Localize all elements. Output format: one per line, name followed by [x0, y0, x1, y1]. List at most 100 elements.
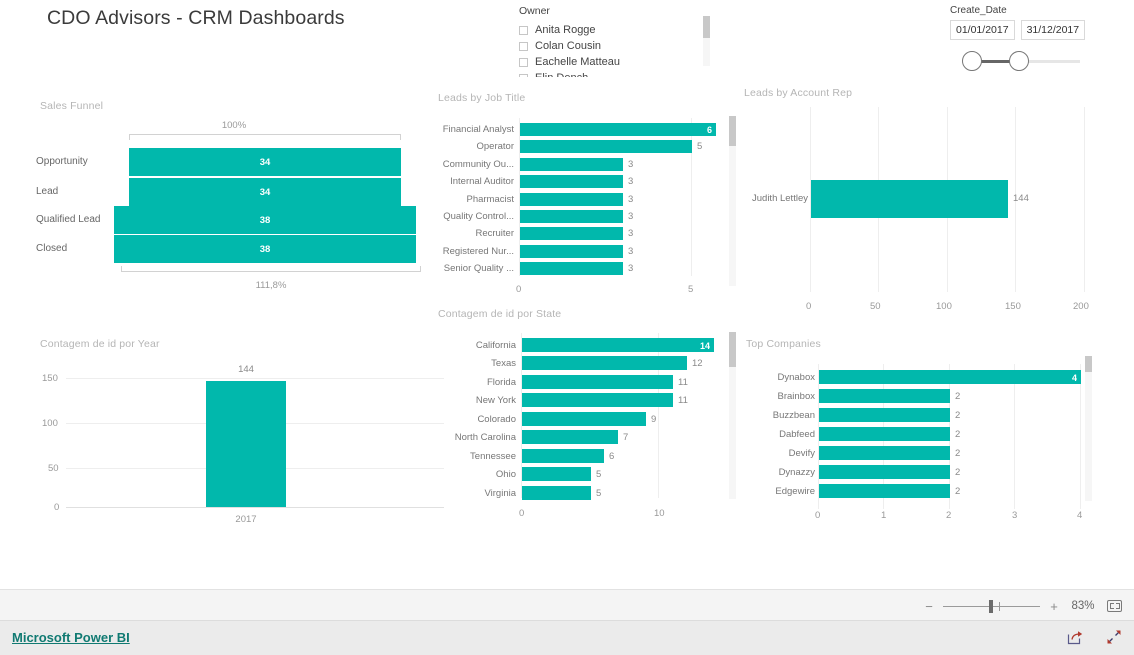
x-axis-tick: 1 [881, 510, 887, 521]
chart-row[interactable]: Dynazzy 2 [744, 465, 1089, 480]
bar[interactable] [522, 430, 618, 444]
chart-row[interactable]: Tennessee 6 [436, 449, 736, 464]
top-companies-visual[interactable]: Top Companies Dynabox 4 Brainbox 2 Buzzb… [744, 338, 1089, 528]
owner-slicer-item[interactable]: Anita Rogge [519, 22, 719, 38]
chart-row[interactable]: Financial Analyst 6 [436, 123, 736, 137]
chart-row[interactable]: Dynabox 4 [744, 370, 1089, 385]
chart-row[interactable]: Senior Quality ... 3 [436, 262, 736, 276]
zoom-out-button[interactable]: − [924, 600, 934, 613]
top-companies-scrollbar[interactable] [1085, 356, 1092, 501]
y-axis-tick: 100 [42, 418, 58, 429]
scrollbar-thumb[interactable] [1085, 356, 1092, 372]
slider-handle-start[interactable] [962, 51, 982, 71]
chart-row[interactable]: Buzzbean 2 [744, 408, 1089, 423]
chart-row[interactable]: North Carolina 7 [436, 430, 736, 445]
slider-handle-end[interactable] [1009, 51, 1029, 71]
funnel-row[interactable]: Closed 38 [36, 235, 436, 263]
share-icon[interactable] [1067, 629, 1084, 645]
checkbox-icon[interactable] [519, 57, 528, 67]
sales-funnel-visual[interactable]: Sales Funnel 100% Opportunity 34 Lead 34… [36, 100, 436, 300]
bar[interactable] [520, 140, 692, 153]
chart-row[interactable]: California 14 [436, 338, 736, 353]
bar[interactable] [819, 465, 950, 479]
bar[interactable] [522, 467, 591, 481]
bar[interactable] [520, 193, 623, 206]
chart-row[interactable]: Virginia 5 [436, 486, 736, 501]
bar[interactable] [522, 375, 673, 389]
category-label: Pharmacist [466, 194, 514, 205]
fit-to-page-icon[interactable] [1107, 600, 1122, 612]
chart-row[interactable]: Registered Nur... 3 [436, 245, 736, 259]
power-bi-link[interactable]: Microsoft Power BI [12, 630, 130, 645]
zoom-slider[interactable] [943, 599, 1040, 613]
chart-row[interactable]: Pharmacist 3 [436, 193, 736, 207]
bar[interactable] [522, 486, 591, 500]
leads-by-account-rep-visual[interactable]: Leads by Account Rep Judith Lettley 144 … [742, 85, 1112, 312]
scrollbar-thumb[interactable] [729, 332, 736, 367]
chart-row[interactable]: Brainbox 2 [744, 389, 1089, 404]
contagem-por-state-visual[interactable]: Contagem de id por State California 14 T… [436, 308, 736, 523]
funnel-row[interactable]: Opportunity 34 [36, 148, 436, 176]
chart-row[interactable]: Texas 12 [436, 356, 736, 371]
funnel-category-label: Qualified Lead [36, 214, 101, 225]
fullscreen-icon[interactable] [1106, 629, 1122, 645]
owner-slicer-item[interactable]: Colan Cousin [519, 38, 719, 54]
bar[interactable] [819, 484, 950, 498]
zoom-in-button[interactable]: + [1049, 600, 1059, 613]
x-axis-tick: 0 [815, 510, 821, 521]
funnel-row[interactable]: Qualified Lead 38 [36, 206, 436, 234]
chart-row[interactable]: Operator 5 [436, 140, 736, 154]
leads-by-job-title-visual[interactable]: Leads by Job Title Financial Analyst 6 O… [436, 92, 736, 302]
chart-row[interactable]: Internal Auditor 3 [436, 175, 736, 189]
contagem-por-year-visual[interactable]: Contagem de id por Year 150 100 50 0 144… [34, 338, 444, 528]
owner-slicer-item[interactable]: Eachelle Matteau [519, 54, 719, 70]
bar[interactable] [522, 393, 673, 407]
funnel-category-label: Opportunity [36, 156, 88, 167]
checkbox-icon[interactable] [519, 25, 528, 35]
owner-slicer[interactable]: Owner Anita Rogge Colan Cousin Eachelle … [519, 5, 719, 77]
category-label: Judith Lettley [752, 193, 808, 204]
bar[interactable] [520, 175, 623, 188]
scrollbar-thumb[interactable] [703, 16, 710, 38]
bar[interactable] [522, 412, 646, 426]
chart-row[interactable]: Florida 11 [436, 375, 736, 390]
bar[interactable] [522, 356, 687, 370]
create-date-label: Create_Date [950, 5, 1007, 16]
owner-slicer-scrollbar[interactable] [703, 16, 710, 66]
date-range-slider[interactable] [950, 46, 1080, 76]
checkbox-icon[interactable] [519, 41, 528, 51]
bar[interactable] [819, 408, 950, 422]
scrollbar-thumb[interactable] [729, 116, 736, 146]
bar[interactable] [520, 158, 623, 171]
chart-row[interactable]: Community Ou... 3 [436, 158, 736, 172]
funnel-row[interactable]: Lead 34 [36, 178, 436, 206]
bar[interactable] [819, 427, 950, 441]
chart-row[interactable]: Edgewire 2 [744, 484, 1089, 499]
bar[interactable] [520, 262, 623, 275]
bar[interactable] [520, 227, 623, 240]
chart-row[interactable]: Devify 2 [744, 446, 1089, 461]
bar[interactable] [520, 210, 623, 223]
job-title-scrollbar[interactable] [729, 116, 736, 286]
bar[interactable] [819, 446, 950, 460]
bar[interactable] [206, 381, 286, 507]
create-date-slicer[interactable]: Create_Date 01/01/2017 31/12/2017 [950, 5, 1086, 76]
date-end-input[interactable]: 31/12/2017 [1020, 20, 1086, 40]
chart-row[interactable]: Ohio 5 [436, 467, 736, 482]
bar[interactable] [520, 245, 623, 258]
checkbox-icon[interactable] [519, 73, 528, 77]
chart-row[interactable]: Recruiter 3 [436, 227, 736, 241]
chart-row[interactable]: Colorado 9 [436, 412, 736, 427]
state-scrollbar[interactable] [729, 332, 736, 499]
owner-slicer-item[interactable]: Elin Dench [519, 70, 719, 77]
bar[interactable] [522, 449, 604, 463]
category-label: Recruiter [475, 228, 514, 239]
chart-row[interactable]: Quality Control... 3 [436, 210, 736, 224]
date-start-input[interactable]: 01/01/2017 [950, 20, 1015, 40]
bar[interactable] [811, 180, 1008, 218]
chart-row[interactable]: New York 11 [436, 393, 736, 408]
bar[interactable] [819, 389, 950, 403]
chart-row[interactable]: Dabfeed 2 [744, 427, 1089, 442]
chart-row[interactable]: Judith Lettley 144 [742, 180, 1112, 218]
zoom-slider-thumb[interactable] [989, 599, 993, 613]
